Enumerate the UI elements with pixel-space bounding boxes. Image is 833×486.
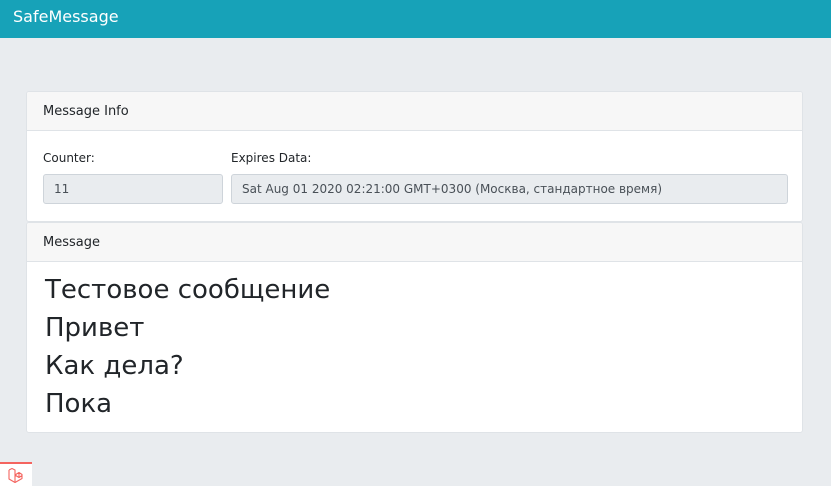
- message-info-header: Message Info: [27, 92, 802, 131]
- message-line: Тестовое сообщение: [45, 275, 331, 305]
- counter-field[interactable]: 11: [43, 174, 223, 204]
- counter-label: Counter:: [43, 151, 95, 165]
- message-line: Пока: [45, 389, 113, 419]
- message-line: Привет: [45, 313, 145, 343]
- brand-link[interactable]: SafeMessage: [13, 7, 119, 26]
- message-header: Message: [27, 223, 802, 262]
- message-body: Тестовое сообщение Привет Как дела? Пока: [45, 271, 330, 423]
- message-line: Как дела?: [45, 351, 184, 381]
- expires-label: Expires Data:: [231, 151, 312, 165]
- expires-field[interactable]: Sat Aug 01 2020 02:21:00 GMT+0300 (Москв…: [231, 174, 788, 204]
- message-info-card: Message Info Counter: 11 Expires Data: S…: [26, 91, 803, 222]
- debugbar-toggle[interactable]: [0, 462, 32, 486]
- message-card: Message Тестовое сообщение Привет Как де…: [26, 222, 803, 433]
- laravel-icon: [8, 467, 23, 484]
- navbar: SafeMessage: [0, 0, 831, 38]
